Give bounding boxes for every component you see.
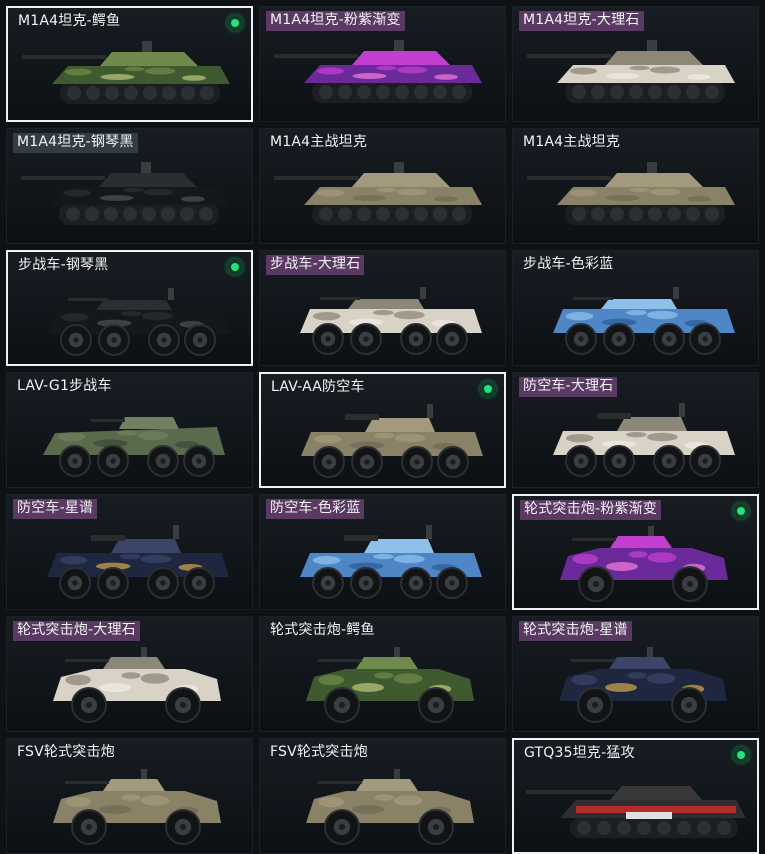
vehicle-name: 防空车-色彩蓝	[266, 499, 365, 519]
vehicle-name: 步战车-色彩蓝	[523, 256, 614, 272]
vehicle-name: 步战车-大理石	[266, 255, 365, 275]
vehicle-card[interactable]: M1A4坦克-粉紫渐变	[259, 6, 506, 122]
vehicle-name: FSV轮式突击炮	[270, 744, 368, 760]
vehicle-name: 防空车-大理石	[519, 377, 618, 397]
vehicle-card[interactable]: M1A4主战坦克	[259, 128, 506, 244]
owned-status-icon	[227, 259, 243, 275]
vehicle-card[interactable]: FSV轮式突击炮	[6, 738, 253, 854]
vehicle-card[interactable]: 步战车-色彩蓝	[512, 250, 759, 366]
vehicle-name: 轮式突击炮-粉紫渐变	[520, 500, 662, 520]
vehicle-name: M1A4坦克-粉紫渐变	[266, 11, 405, 31]
vehicle-name: 防空车-星谱	[13, 499, 98, 519]
vehicle-name: M1A4主战坦克	[523, 134, 621, 150]
vehicle-name: M1A4坦克-鳄鱼	[18, 13, 121, 29]
vehicle-skin-grid: M1A4坦克-鳄鱼 M1A4坦克-粉紫渐变 M1A4坦克-大理石 M1A4坦克-钢琴黑…	[6, 6, 759, 854]
vehicle-name: GTQ35坦克-猛攻	[524, 745, 635, 761]
vehicle-card[interactable]: 轮式突击炮-星谱	[512, 616, 759, 732]
vehicle-card[interactable]: LAV-AA防空车	[259, 372, 506, 488]
vehicle-card[interactable]: FSV轮式突击炮	[259, 738, 506, 854]
vehicle-name: 轮式突击炮-星谱	[519, 621, 632, 641]
vehicle-card[interactable]: M1A4坦克-钢琴黑	[6, 128, 253, 244]
vehicle-name: LAV-AA防空车	[271, 379, 365, 395]
vehicle-card[interactable]: GTQ35坦克-猛攻	[512, 738, 759, 854]
vehicle-card[interactable]: 防空车-大理石	[512, 372, 759, 488]
owned-status-icon	[733, 747, 749, 763]
vehicle-name: M1A4主战坦克	[270, 134, 368, 150]
vehicle-name: M1A4坦克-大理石	[519, 11, 644, 31]
vehicle-card[interactable]: M1A4主战坦克	[512, 128, 759, 244]
vehicle-card[interactable]: 轮式突击炮-鳄鱼	[259, 616, 506, 732]
vehicle-name: M1A4坦克-钢琴黑	[13, 133, 138, 153]
vehicle-card[interactable]: 步战车-钢琴黑	[6, 250, 253, 366]
owned-status-icon	[480, 381, 496, 397]
vehicle-name: FSV轮式突击炮	[17, 744, 115, 760]
vehicle-card[interactable]: 防空车-星谱	[6, 494, 253, 610]
vehicle-name: 轮式突击炮-大理石	[13, 621, 140, 641]
vehicle-card[interactable]: LAV-G1步战车	[6, 372, 253, 488]
vehicle-name: LAV-G1步战车	[17, 378, 112, 394]
vehicle-card[interactable]: M1A4坦克-鳄鱼	[6, 6, 253, 122]
vehicle-card[interactable]: 轮式突击炮-大理石	[6, 616, 253, 732]
vehicle-card[interactable]: M1A4坦克-大理石	[512, 6, 759, 122]
owned-status-icon	[227, 15, 243, 31]
owned-status-icon	[733, 503, 749, 519]
vehicle-card[interactable]: 步战车-大理石	[259, 250, 506, 366]
vehicle-name: 步战车-钢琴黑	[18, 257, 109, 273]
vehicle-card[interactable]: 轮式突击炮-粉紫渐变	[512, 494, 759, 610]
vehicle-name: 轮式突击炮-鳄鱼	[270, 622, 375, 638]
vehicle-card[interactable]: 防空车-色彩蓝	[259, 494, 506, 610]
